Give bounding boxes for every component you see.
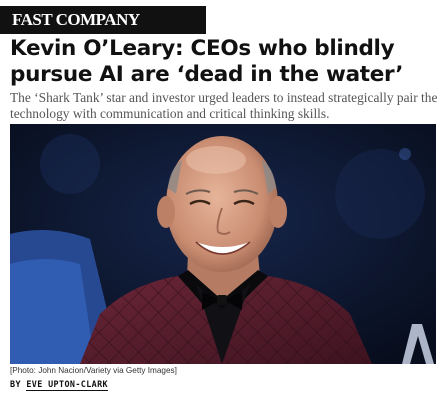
fast-company-logo[interactable]: FAST COMPANY	[12, 10, 140, 30]
article-headline: Kevin O’Leary: CEOs who blindly pursue A…	[10, 36, 404, 87]
article-photo	[10, 124, 436, 364]
masthead: FAST COMPANY	[0, 6, 206, 34]
byline: BY EVE UPTON-CLARK	[10, 379, 108, 391]
photo-caption: [Photo: John Nacion/Variety via Getty Im…	[10, 366, 177, 375]
portrait-illustration	[10, 124, 436, 364]
author-link[interactable]: EVE UPTON-CLARK	[26, 379, 108, 391]
article-dek: The ‘Shark Tank’ star and investor urged…	[10, 90, 438, 121]
byline-prefix: BY	[10, 379, 21, 389]
